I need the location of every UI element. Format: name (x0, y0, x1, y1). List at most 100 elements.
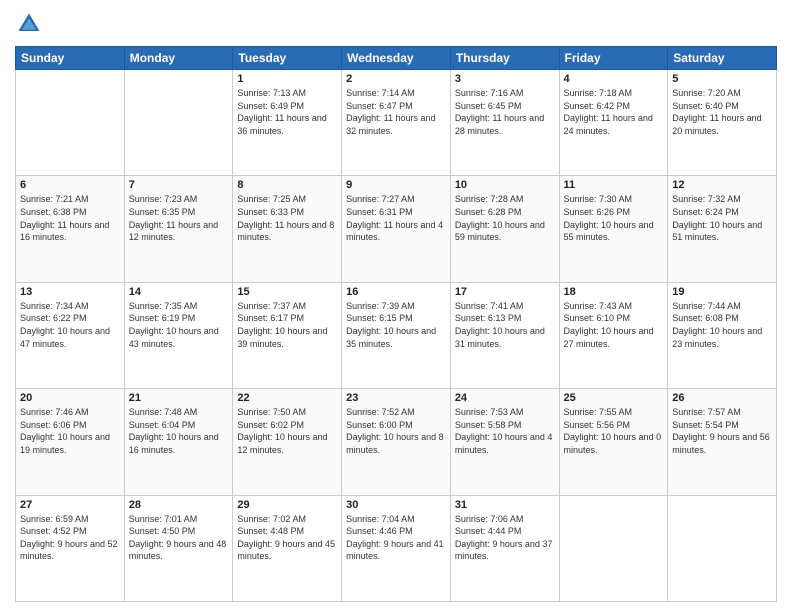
day-number: 3 (455, 73, 555, 85)
table-row: 24 Sunrise: 7:53 AM Sunset: 5:58 PM Dayli… (450, 389, 559, 495)
day-number: 30 (346, 499, 446, 511)
day-info: Sunrise: 7:55 AM Sunset: 5:56 PM Dayligh… (564, 406, 664, 456)
day-number: 5 (672, 73, 772, 85)
calendar-week-row: 6 Sunrise: 7:21 AM Sunset: 6:38 PM Daylig… (16, 176, 777, 282)
table-row (124, 70, 233, 176)
day-info: Sunrise: 7:32 AM Sunset: 6:24 PM Dayligh… (672, 193, 772, 243)
day-info: Sunrise: 7:46 AM Sunset: 6:06 PM Dayligh… (20, 406, 120, 456)
day-number: 23 (346, 392, 446, 404)
table-row: 18 Sunrise: 7:43 AM Sunset: 6:10 PM Dayli… (559, 282, 668, 388)
day-number: 15 (237, 286, 337, 298)
day-number: 25 (564, 392, 664, 404)
day-info: Sunrise: 7:34 AM Sunset: 6:22 PM Dayligh… (20, 300, 120, 350)
table-row: 11Sunrise: 7:30 AM Sunset: 6:26 PM Dayli… (559, 176, 668, 282)
day-number: 9 (346, 179, 446, 191)
page: Sunday Monday Tuesday Wednesday Thursday… (0, 0, 792, 612)
day-number: 19 (672, 286, 772, 298)
day-info: Sunrise: 7:57 AM Sunset: 5:54 PM Dayligh… (672, 406, 772, 456)
table-row: 26 Sunrise: 7:57 AM Sunset: 5:54 PM Dayli… (668, 389, 777, 495)
day-number: 22 (237, 392, 337, 404)
day-number: 6 (20, 179, 120, 191)
table-row: 17 Sunrise: 7:41 AM Sunset: 6:13 PM Dayli… (450, 282, 559, 388)
day-number: 8 (237, 179, 337, 191)
table-row: 15 Sunrise: 7:37 AM Sunset: 6:17 PM Dayli… (233, 282, 342, 388)
day-number: 26 (672, 392, 772, 404)
col-friday: Friday (559, 47, 668, 70)
day-info: Sunrise: 7:01 AM Sunset: 4:50 PM Dayligh… (129, 513, 229, 563)
day-info: Sunrise: 7:23 AM Sunset: 6:35 PM Dayligh… (129, 193, 229, 243)
col-saturday: Saturday (668, 47, 777, 70)
day-number: 7 (129, 179, 229, 191)
day-info: Sunrise: 7:44 AM Sunset: 6:08 PM Dayligh… (672, 300, 772, 350)
table-row: 23 Sunrise: 7:52 AM Sunset: 6:00 PM Dayli… (342, 389, 451, 495)
day-info: Sunrise: 7:35 AM Sunset: 6:19 PM Dayligh… (129, 300, 229, 350)
day-number: 24 (455, 392, 555, 404)
day-number: 31 (455, 499, 555, 511)
day-info: Sunrise: 7:53 AM Sunset: 5:58 PM Dayligh… (455, 406, 555, 456)
col-monday: Monday (124, 47, 233, 70)
table-row: 28 Sunrise: 7:01 AM Sunset: 4:50 PM Dayli… (124, 495, 233, 601)
day-info: Sunrise: 7:50 AM Sunset: 6:02 PM Dayligh… (237, 406, 337, 456)
day-info: Sunrise: 7:21 AM Sunset: 6:38 PM Dayligh… (20, 193, 120, 243)
day-number: 10 (455, 179, 555, 191)
logo (15, 10, 47, 38)
day-number: 2 (346, 73, 446, 85)
table-row: 13 Sunrise: 7:34 AM Sunset: 6:22 PM Dayli… (16, 282, 125, 388)
day-number: 16 (346, 286, 446, 298)
day-number: 13 (20, 286, 120, 298)
day-number: 29 (237, 499, 337, 511)
day-number: 14 (129, 286, 229, 298)
table-row (559, 495, 668, 601)
day-info: Sunrise: 7:28 AM Sunset: 6:28 PM Dayligh… (455, 193, 555, 243)
table-row: 3Sunrise: 7:16 AM Sunset: 6:45 PM Daylig… (450, 70, 559, 176)
table-row (668, 495, 777, 601)
day-info: Sunrise: 7:04 AM Sunset: 4:46 PM Dayligh… (346, 513, 446, 563)
day-info: Sunrise: 7:39 AM Sunset: 6:15 PM Dayligh… (346, 300, 446, 350)
table-row: 12 Sunrise: 7:32 AM Sunset: 6:24 PM Dayli… (668, 176, 777, 282)
day-info: Sunrise: 7:52 AM Sunset: 6:00 PM Dayligh… (346, 406, 446, 456)
table-row: 2 Sunrise: 7:14 AM Sunset: 6:47 PM Daylig… (342, 70, 451, 176)
day-number: 27 (20, 499, 120, 511)
table-row: 29 Sunrise: 7:02 AM Sunset: 4:48 PM Dayli… (233, 495, 342, 601)
day-number: 18 (564, 286, 664, 298)
table-row (16, 70, 125, 176)
day-info: Sunrise: 7:27 AM Sunset: 6:31 PM Dayligh… (346, 193, 446, 243)
day-info: Sunrise: 7:37 AM Sunset: 6:17 PM Dayligh… (237, 300, 337, 350)
table-row: 1Sunrise: 7:13 AM Sunset: 6:49 PM Daylig… (233, 70, 342, 176)
day-number: 20 (20, 392, 120, 404)
day-number: 12 (672, 179, 772, 191)
table-row: 30 Sunrise: 7:04 AM Sunset: 4:46 PM Dayli… (342, 495, 451, 601)
table-row: 22 Sunrise: 7:50 AM Sunset: 6:02 PM Dayli… (233, 389, 342, 495)
table-row: 8 Sunrise: 7:25 AM Sunset: 6:33 PM Daylig… (233, 176, 342, 282)
header (15, 10, 777, 38)
calendar-week-row: 1Sunrise: 7:13 AM Sunset: 6:49 PM Daylig… (16, 70, 777, 176)
day-info: Sunrise: 7:06 AM Sunset: 4:44 PM Dayligh… (455, 513, 555, 563)
day-info: Sunrise: 7:43 AM Sunset: 6:10 PM Dayligh… (564, 300, 664, 350)
calendar-table: Sunday Monday Tuesday Wednesday Thursday… (15, 46, 777, 602)
day-info: Sunrise: 7:41 AM Sunset: 6:13 PM Dayligh… (455, 300, 555, 350)
day-info: Sunrise: 7:14 AM Sunset: 6:47 PM Dayligh… (346, 87, 446, 137)
col-wednesday: Wednesday (342, 47, 451, 70)
day-number: 17 (455, 286, 555, 298)
table-row: 4 Sunrise: 7:18 AM Sunset: 6:42 PM Daylig… (559, 70, 668, 176)
day-info: Sunrise: 7:18 AM Sunset: 6:42 PM Dayligh… (564, 87, 664, 137)
day-info: Sunrise: 7:25 AM Sunset: 6:33 PM Dayligh… (237, 193, 337, 243)
day-number: 21 (129, 392, 229, 404)
day-info: Sunrise: 7:30 AM Sunset: 6:26 PM Dayligh… (564, 193, 664, 243)
table-row: 27Sunrise: 6:59 AM Sunset: 4:52 PM Dayli… (16, 495, 125, 601)
day-info: Sunrise: 7:20 AM Sunset: 6:40 PM Dayligh… (672, 87, 772, 137)
calendar-header-row: Sunday Monday Tuesday Wednesday Thursday… (16, 47, 777, 70)
calendar-week-row: 20 Sunrise: 7:46 AM Sunset: 6:06 PM Dayli… (16, 389, 777, 495)
table-row: 16 Sunrise: 7:39 AM Sunset: 6:15 PM Dayli… (342, 282, 451, 388)
table-row: 19 Sunrise: 7:44 AM Sunset: 6:08 PM Dayli… (668, 282, 777, 388)
col-thursday: Thursday (450, 47, 559, 70)
calendar-week-row: 27Sunrise: 6:59 AM Sunset: 4:52 PM Dayli… (16, 495, 777, 601)
day-number: 4 (564, 73, 664, 85)
table-row: 5 Sunrise: 7:20 AM Sunset: 6:40 PM Daylig… (668, 70, 777, 176)
table-row: 9 Sunrise: 7:27 AM Sunset: 6:31 PM Daylig… (342, 176, 451, 282)
day-number: 28 (129, 499, 229, 511)
day-info: Sunrise: 7:02 AM Sunset: 4:48 PM Dayligh… (237, 513, 337, 563)
table-row: 21Sunrise: 7:48 AM Sunset: 6:04 PM Dayli… (124, 389, 233, 495)
table-row: 25 Sunrise: 7:55 AM Sunset: 5:56 PM Dayli… (559, 389, 668, 495)
table-row: 31 Sunrise: 7:06 AM Sunset: 4:44 PM Dayli… (450, 495, 559, 601)
